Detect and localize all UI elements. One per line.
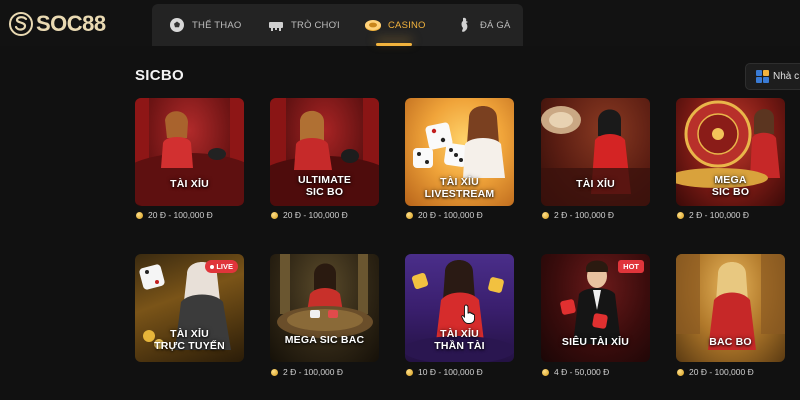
game-card-bac-bo[interactable]: BAC BO — [676, 254, 785, 362]
coin-icon — [271, 368, 278, 376]
hand-pointer-icon — [461, 304, 475, 324]
nav-label: TRÒ CHƠI — [291, 19, 340, 31]
section-title: SICBO — [135, 67, 185, 84]
game-card-tai-xiu-than-tai[interactable]: TÀI XỈU THẦN TÀI — [405, 254, 514, 362]
bet-range-text: 20 Đ - 100,000 Đ — [283, 210, 348, 220]
coin-icon — [406, 368, 413, 376]
live-badge: LIVE — [205, 260, 238, 273]
nav-item-the-thao[interactable]: THỂ THAO — [168, 4, 241, 46]
soccer-ball-icon — [170, 18, 184, 32]
bet-range: 20 Đ - 100,000 Đ — [136, 209, 213, 221]
game-title: MEGA SIC BO — [676, 174, 785, 198]
bet-range-text: 2 Đ - 100,000 Đ — [283, 367, 344, 377]
game-title: TÀI XỈU THẦN TÀI — [405, 328, 514, 352]
game-card-sieu-tai-xiu[interactable]: HOT SIÊU TÀI XỈU — [541, 254, 650, 362]
active-tab-indicator — [376, 43, 412, 46]
coin-icon — [542, 368, 549, 376]
grid-icon — [756, 70, 769, 83]
coin-icon — [136, 211, 143, 219]
game-title: BAC BO — [709, 336, 752, 348]
game-title-line: TÀI XỈU — [170, 328, 209, 340]
game-card-tai-xiu-2[interactable]: TÀI XỈU — [541, 98, 650, 206]
bet-range-text: 20 Đ - 100,000 Đ — [418, 210, 483, 220]
game-title-line: SIC BO — [711, 186, 750, 198]
game-card-tai-xiu-livestream[interactable]: TÀI XỈU LIVESTREAM — [405, 98, 514, 206]
game-title: SIÊU TÀI XỈU — [561, 336, 630, 348]
game-card-ultimate-sic-bo[interactable]: ULTIMATE SIC BO — [270, 98, 379, 206]
bet-range-text: 10 Đ - 100,000 Đ — [418, 367, 483, 377]
bet-range: 10 Đ - 100,000 Đ — [406, 366, 483, 378]
coin-icon — [542, 211, 549, 219]
game-title: ULTIMATE SIC BO — [270, 174, 379, 198]
nav-item-da-ga[interactable]: ĐÁ GÀ — [456, 4, 511, 46]
bet-range-text: 20 Đ - 100,000 Đ — [689, 367, 754, 377]
game-title-line: TÀI XỈU — [440, 328, 479, 340]
nav-item-casino[interactable]: CASINO — [364, 4, 426, 46]
provider-filter-label: Nhà c — [773, 71, 800, 82]
game-title: TÀI XỈU — [576, 178, 615, 190]
nav-label: ĐÁ GÀ — [480, 19, 511, 31]
rooster-icon — [461, 17, 468, 32]
bet-range: 20 Đ - 100,000 Đ — [406, 209, 483, 221]
provider-filter-button[interactable]: Nhà c — [745, 63, 800, 90]
game-title: TÀI XỈU TRỰC TUYẾN — [135, 328, 244, 352]
top-bar: SOC88 THỂ THAO TRÒ CHƠI CASINO ĐÁ GÀ — [0, 0, 800, 46]
game-title-line: ULTIMATE — [297, 174, 352, 186]
bet-range-text: 2 Đ - 100,000 Đ — [554, 210, 615, 220]
game-title: MEGA SIC BAC — [284, 334, 365, 346]
game-title-line: SIC BO — [305, 186, 344, 198]
game-controller-icon — [269, 22, 283, 31]
game-title-line: THẦN TÀI — [434, 340, 485, 352]
game-title: TÀI XỈU LIVESTREAM — [405, 176, 514, 200]
coin-icon — [271, 211, 278, 219]
game-card-mega-sic-bac[interactable]: MEGA SIC BAC — [270, 254, 379, 362]
logo[interactable]: SOC88 — [8, 9, 106, 39]
badge-label: LIVE — [216, 262, 233, 271]
bet-range: 4 Đ - 50,000 Đ — [542, 366, 609, 378]
game-title: TÀI XỈU — [170, 178, 209, 190]
game-title-line: TÀI XỈU — [440, 176, 479, 188]
bet-range: 2 Đ - 100,000 Đ — [542, 209, 614, 221]
game-title-line: LIVESTREAM — [424, 188, 495, 200]
game-title-line: TRỰC TUYẾN — [154, 340, 225, 352]
bet-range-text: 20 Đ - 100,000 Đ — [148, 210, 213, 220]
logo-mark-icon — [9, 12, 33, 36]
nav-label: CASINO — [388, 19, 426, 31]
logo-text: SOC88 — [36, 11, 106, 36]
coin-icon — [677, 211, 684, 219]
bet-range: 2 Đ - 100,000 Đ — [677, 209, 749, 221]
main-nav: THỂ THAO TRÒ CHƠI CASINO ĐÁ GÀ — [152, 4, 523, 46]
live-dot-icon — [210, 264, 215, 269]
bet-range: 20 Đ - 100,000 Đ — [271, 209, 348, 221]
game-card-tai-xiu-1[interactable]: TÀI XỈU — [135, 98, 244, 206]
bet-range: 2 Đ - 100,000 Đ — [271, 366, 343, 378]
coin-icon — [677, 368, 684, 376]
bet-range-text: 4 Đ - 50,000 Đ — [554, 367, 610, 377]
bet-range: 20 Đ - 100,000 Đ — [677, 366, 754, 378]
hot-badge: HOT — [618, 260, 644, 273]
nav-item-tro-choi[interactable]: TRÒ CHƠI — [267, 4, 340, 46]
game-title-line: MEGA — [714, 174, 747, 186]
bet-range-text: 2 Đ - 100,000 Đ — [689, 210, 750, 220]
casino-chip-icon — [365, 20, 381, 31]
game-card-tai-xiu-truc-tuyen[interactable]: LIVE TÀI XỈU TRỰC TUYẾN — [135, 254, 244, 362]
nav-label: THỂ THAO — [192, 19, 242, 31]
game-card-mega-sic-bo[interactable]: MEGA SIC BO — [676, 98, 785, 206]
coin-icon — [406, 211, 413, 219]
